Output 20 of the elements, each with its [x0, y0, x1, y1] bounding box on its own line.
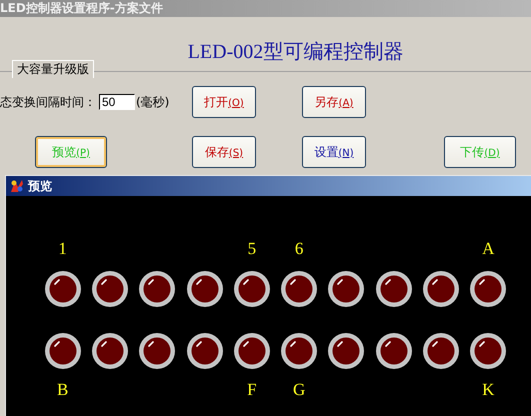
led-label: B [56, 380, 68, 400]
interval-field[interactable]: 50 [99, 94, 135, 110]
led-label: 6 [294, 239, 304, 259]
led-label: A [482, 239, 494, 259]
unit-label: (毫秒) [136, 94, 170, 110]
toolbar-button[interactable]: 保存(S) [192, 136, 256, 168]
led-label: F [247, 380, 257, 400]
led-label: 5 [248, 239, 256, 259]
app-heading: LED-002型可编程控制器 [186, 40, 404, 65]
app-icon [9, 178, 25, 194]
group-label: 大容量升级版 [12, 60, 94, 78]
window-title: LED控制器设置程序-方案文件 [0, 0, 163, 17]
toolbar-button[interactable]: 设置(N) [302, 136, 366, 168]
preview-title: 预览 [28, 178, 52, 194]
led-label: 1 [58, 239, 67, 259]
toolbar-button[interactable]: 打开(O) [192, 86, 256, 118]
led-label: G [292, 380, 306, 400]
toolbar-button[interactable]: 另存(A) [302, 86, 366, 118]
interval-label: 态变换间隔时间： [0, 94, 96, 110]
led-label: K [482, 380, 494, 400]
